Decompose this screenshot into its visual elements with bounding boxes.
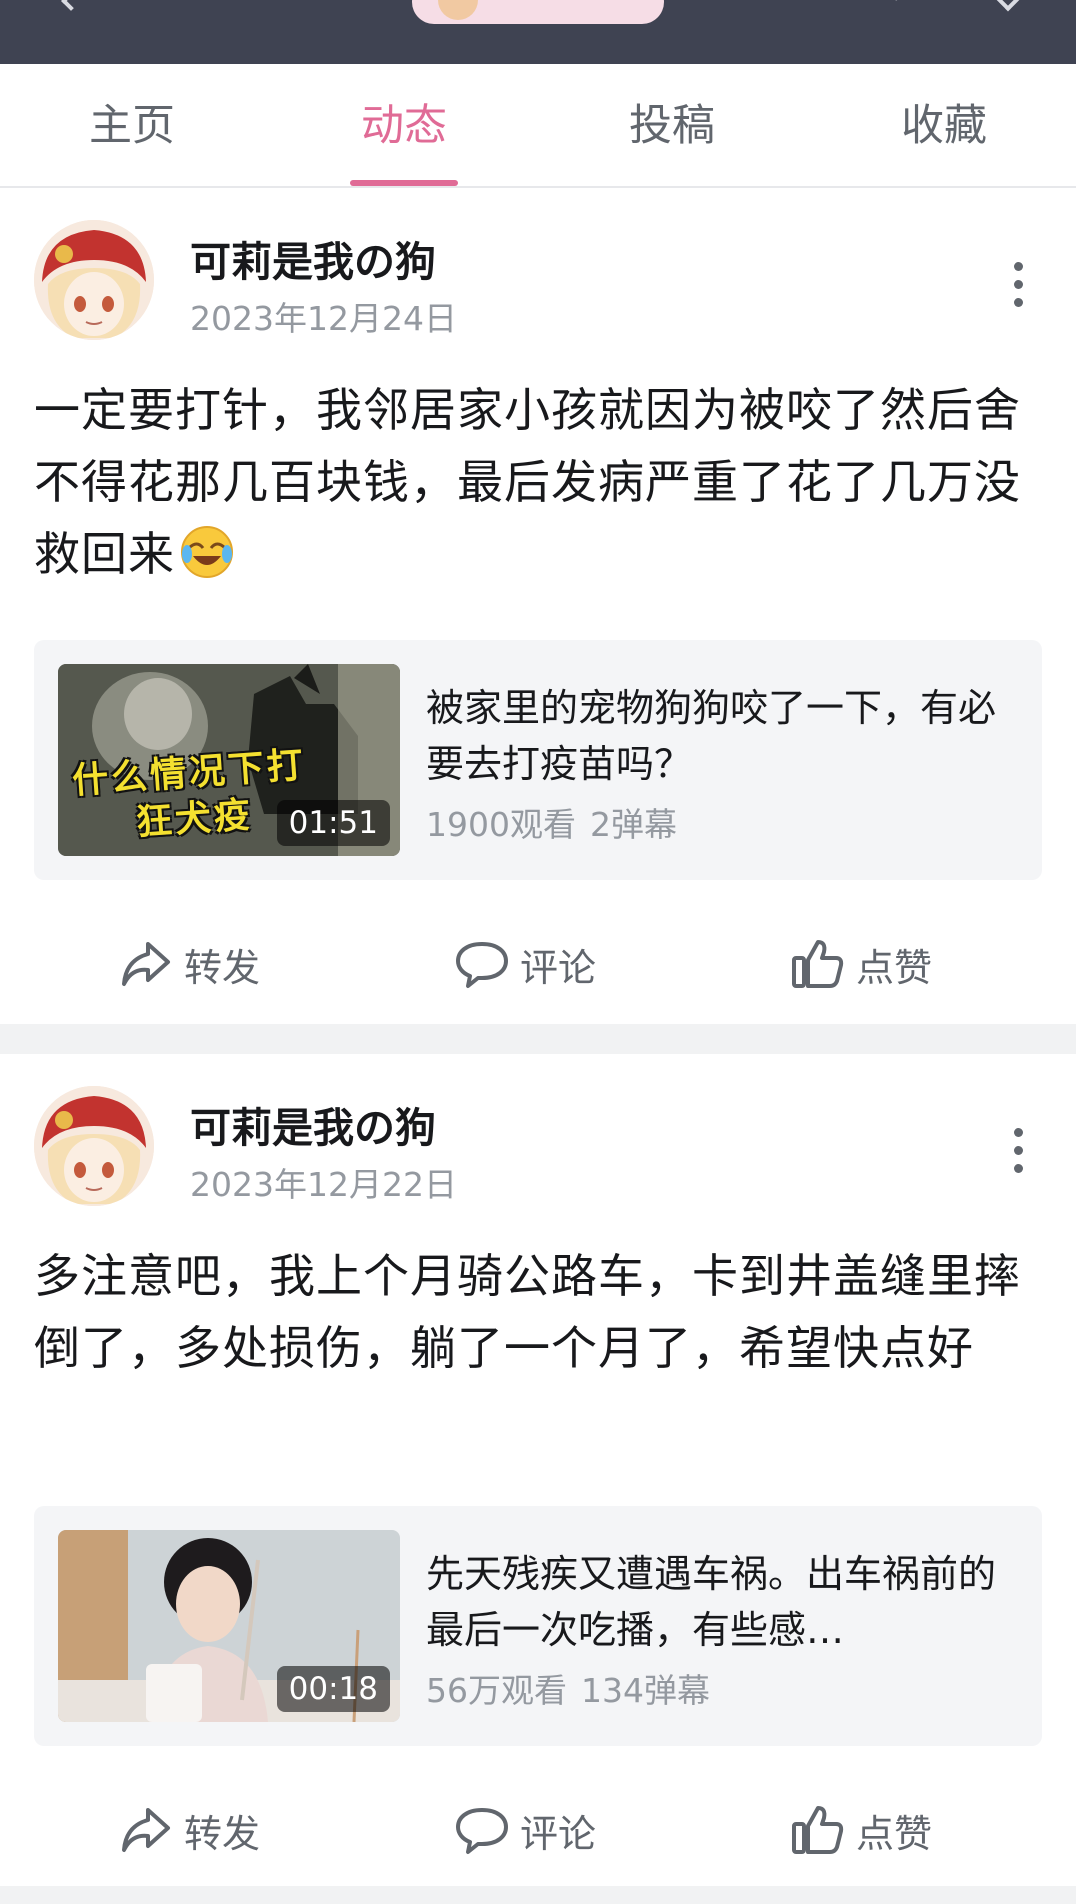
video-title[interactable]: 被家里的宠物狗狗咬了一下，有必要去打疫苗吗？	[426, 680, 1006, 792]
crying-laughing-emoji-icon	[181, 526, 233, 578]
more-icon[interactable]	[996, 0, 1020, 12]
like-label: 点赞	[856, 945, 933, 990]
video-stats: 56万观看 134弹幕	[426, 1664, 710, 1712]
tab-dynamic-label: 动态	[361, 101, 447, 151]
feed-divider	[0, 1024, 1076, 1054]
share-icon	[122, 942, 170, 986]
video-title[interactable]: 先天残疾又遭遇车祸。出车祸前的最后一次吃播，有些感…	[426, 1546, 1006, 1658]
tab-favorites-label: 收藏	[901, 101, 987, 151]
share-label: 转发	[184, 1811, 261, 1856]
post-date: 2023年12月24日	[190, 299, 457, 338]
feed-post: 可莉是我の狗 2023年12月24日 一定要打针，我邻居家小孩就因为被咬了然后舍…	[0, 188, 1076, 1024]
video-card[interactable]: 00:18 先天残疾又遭遇车祸。出车祸前的最后一次吃播，有些感… 56万观看 13…	[34, 1506, 1042, 1746]
post-text: 多注意吧，我上个月骑公路车，卡到井盖缝里摔倒了，多处损伤，躺了一个月了，希望快点…	[34, 1249, 1021, 1375]
video-duration: 00:18	[276, 1666, 390, 1712]
tab-uploads-label: 投稿	[629, 101, 715, 151]
danmaku-count: 2弹幕	[589, 805, 677, 844]
tab-home[interactable]: 主页	[32, 64, 232, 186]
feed-divider	[0, 1886, 1076, 1904]
share-label: 转发	[184, 945, 261, 990]
post-text: 一定要打针，我邻居家小孩就因为被咬了然后舍不得花那几百块钱，最后发病严重了花了几…	[34, 374, 1044, 590]
like-icon	[792, 1806, 844, 1854]
video-thumbnail[interactable]: 00:18	[58, 1530, 400, 1722]
tab-favorites[interactable]: 收藏	[844, 64, 1044, 186]
search-icon[interactable]	[884, 0, 900, 2]
video-thumbnail[interactable]: 什么情况下打 狂犬疫 01:51	[58, 664, 400, 856]
profile-tabs: 主页 动态 投稿 收藏	[0, 64, 1076, 188]
tab-uploads[interactable]: 投稿	[572, 64, 772, 186]
like-icon	[792, 940, 844, 988]
video-duration: 01:51	[276, 800, 390, 846]
view-count: 1900观看	[426, 805, 576, 844]
comment-button[interactable]: 评论	[454, 904, 596, 1024]
video-stats: 1900观看 2弹幕	[426, 798, 677, 846]
tab-dynamic[interactable]: 动态	[304, 64, 504, 186]
post-actions: 转发 评论 点赞	[0, 904, 1076, 1024]
share-button[interactable]: 转发	[118, 904, 260, 1024]
like-button[interactable]: 点赞	[790, 1770, 932, 1890]
view-count: 56万观看	[426, 1671, 567, 1710]
like-label: 点赞	[856, 1811, 933, 1856]
kebab-menu-icon[interactable]	[1008, 1126, 1028, 1186]
post-author[interactable]: 可莉是我の狗	[190, 1094, 436, 1154]
top-header-bar	[0, 0, 1076, 64]
comment-label: 评论	[520, 1811, 597, 1856]
kebab-menu-icon[interactable]	[1008, 260, 1028, 320]
comment-button[interactable]: 评论	[454, 1770, 596, 1890]
tab-home-label: 主页	[89, 101, 175, 151]
danmaku-count: 134弹幕	[581, 1671, 710, 1710]
post-date: 2023年12月22日	[190, 1165, 457, 1204]
comment-label: 评论	[520, 945, 597, 990]
share-button[interactable]: 转发	[118, 1770, 260, 1890]
comment-icon	[456, 1808, 508, 1854]
avatar[interactable]	[34, 1086, 154, 1206]
active-tab-indicator	[350, 180, 458, 186]
comment-icon	[456, 942, 508, 988]
post-author[interactable]: 可莉是我の狗	[190, 228, 436, 288]
share-icon	[122, 1808, 170, 1852]
avatar[interactable]	[34, 220, 154, 340]
post-actions: 转发 评论 点赞	[0, 1770, 1076, 1890]
feed-post: 可莉是我の狗 2023年12月22日 多注意吧，我上个月骑公路车，卡到井盖缝里摔…	[0, 1054, 1076, 1890]
back-arrow-icon[interactable]	[61, 0, 81, 11]
like-button[interactable]: 点赞	[790, 904, 932, 1024]
video-card[interactable]: 什么情况下打 狂犬疫 01:51 被家里的宠物狗狗咬了一下，有必要去打疫苗吗？ …	[34, 640, 1042, 880]
